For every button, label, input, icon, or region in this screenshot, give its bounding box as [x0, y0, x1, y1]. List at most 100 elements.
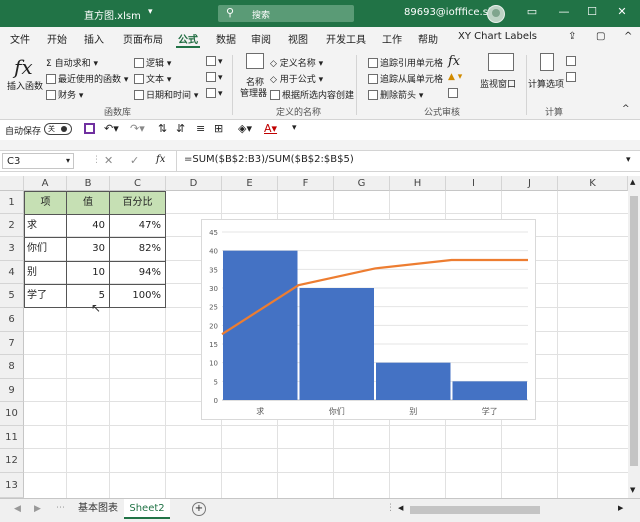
- more-functions-button[interactable]: ▾: [206, 88, 223, 99]
- trace-precedents-button[interactable]: 追踪引用单元格: [368, 56, 443, 69]
- autosave-toggle[interactable]: 关: [44, 123, 72, 135]
- search-box[interactable]: ⚲ 搜索: [218, 5, 354, 22]
- row-header-9[interactable]: 9: [0, 379, 24, 402]
- row-header-12[interactable]: 12: [0, 449, 24, 473]
- text-button[interactable]: 文本 ▾: [134, 72, 171, 85]
- cell-a1[interactable]: 项: [25, 192, 66, 214]
- column-header-a[interactable]: A: [24, 176, 67, 191]
- row-header-6[interactable]: 6: [0, 308, 24, 332]
- autosum-button[interactable]: Σ 自动求和 ▾: [46, 56, 98, 69]
- comment-icon[interactable]: ▢: [596, 31, 605, 42]
- align-icon[interactable]: ≡: [196, 122, 205, 135]
- calculator-icon[interactable]: [540, 53, 554, 71]
- create-from-selection-button[interactable]: 根据所选内容创建: [270, 88, 354, 101]
- scroll-up-icon[interactable]: ▲: [630, 178, 635, 186]
- row-header-4[interactable]: 4: [0, 261, 24, 284]
- close-button[interactable]: ✕: [612, 5, 632, 21]
- sheet-tab-basic[interactable]: 基本图表: [72, 499, 124, 519]
- evaluate-formula-icon[interactable]: [448, 88, 460, 99]
- tab-developer[interactable]: 开发工具: [326, 31, 366, 46]
- hscroll-right-icon[interactable]: ▶: [618, 504, 623, 512]
- tab-page-layout[interactable]: 页面布局: [123, 31, 163, 46]
- watch-window-button[interactable]: 监视窗口: [480, 77, 516, 90]
- tab-home[interactable]: 开始: [47, 31, 67, 46]
- row-header-13[interactable]: 13: [0, 473, 24, 498]
- watch-window-icon[interactable]: [488, 53, 514, 71]
- calc-now-icon[interactable]: [566, 56, 578, 67]
- error-check-icon[interactable]: ▲ ▾: [448, 72, 462, 82]
- row-header-5[interactable]: 5: [0, 284, 24, 308]
- select-all-corner[interactable]: [0, 176, 24, 191]
- datetime-button[interactable]: 日期和时间 ▾: [134, 88, 198, 101]
- sheet-tab-sheet2[interactable]: Sheet2: [124, 499, 170, 519]
- cell-b2[interactable]: 40: [67, 215, 109, 237]
- tab-file[interactable]: 文件: [10, 31, 30, 46]
- cell-b5[interactable]: 5: [67, 285, 109, 307]
- tab-split-icon[interactable]: ⋮: [386, 503, 395, 513]
- recent-functions-button[interactable]: 最近使用的函数 ▾: [46, 72, 128, 85]
- cancel-formula-button[interactable]: ✕: [104, 154, 113, 167]
- column-header-b[interactable]: B: [67, 176, 110, 191]
- show-formulas-icon[interactable]: fx: [448, 54, 460, 69]
- tab-xy-chart-labels[interactable]: XY Chart Labels: [458, 31, 537, 42]
- name-manager-icon[interactable]: [246, 53, 264, 69]
- row-header-3[interactable]: 3: [0, 237, 24, 261]
- insert-function-icon[interactable]: fx: [14, 55, 33, 79]
- collapse-ribbon-icon[interactable]: ^: [624, 31, 632, 42]
- cell-c4[interactable]: 94%: [110, 262, 165, 284]
- cell-c3[interactable]: 82%: [110, 238, 165, 260]
- define-name-button[interactable]: ◇ 定义名称 ▾: [270, 56, 323, 69]
- formula-input[interactable]: =SUM($B$2:B3)/SUM($B$2:$B$5): [184, 154, 354, 165]
- tab-review[interactable]: 审阅: [251, 31, 271, 46]
- row-header-8[interactable]: 8: [0, 355, 24, 379]
- column-header-h[interactable]: H: [390, 176, 446, 191]
- cell-a3[interactable]: 你们: [27, 238, 47, 260]
- font-color-icon[interactable]: A▾: [264, 122, 277, 135]
- tab-view[interactable]: 视图: [288, 31, 308, 46]
- tab-data[interactable]: 数据: [216, 31, 236, 46]
- name-box[interactable]: C3 ▾: [2, 153, 74, 169]
- column-header-c[interactable]: C: [110, 176, 166, 191]
- tab-insert[interactable]: 插入: [84, 31, 104, 46]
- save-icon[interactable]: [84, 123, 95, 134]
- trace-dependents-button[interactable]: 追踪从属单元格: [368, 72, 443, 85]
- logical-button[interactable]: 逻辑 ▾: [134, 56, 171, 69]
- row-header-2[interactable]: 2: [0, 214, 24, 237]
- row-header-1[interactable]: 1: [0, 191, 24, 214]
- customize-qat-icon[interactable]: ▾: [292, 123, 297, 133]
- prev-sheet-icon[interactable]: ◀: [14, 504, 21, 514]
- cell-c1[interactable]: 百分比: [110, 192, 165, 214]
- cell-a5[interactable]: 学了: [27, 285, 47, 307]
- fill-color-icon[interactable]: ◈▾: [238, 122, 252, 135]
- ribbon-collapse-icon[interactable]: ^: [622, 104, 630, 114]
- file-dropdown-icon[interactable]: ▾: [148, 7, 153, 17]
- tab-formulas[interactable]: 公式: [178, 31, 198, 46]
- cell-b3[interactable]: 30: [67, 238, 109, 260]
- row-header-11[interactable]: 11: [0, 426, 24, 449]
- cell-b1[interactable]: 值: [67, 192, 109, 214]
- tab-work[interactable]: 工作: [382, 31, 402, 46]
- lookup-button[interactable]: ▾: [206, 56, 223, 67]
- share-icon[interactable]: ⇪: [568, 31, 576, 42]
- math-button[interactable]: ▾: [206, 72, 223, 83]
- calc-sheet-icon[interactable]: [566, 72, 578, 83]
- cell-a2[interactable]: 求: [27, 215, 37, 237]
- calc-options-button[interactable]: 计算选项: [528, 77, 564, 90]
- use-in-formula-button[interactable]: ◇ 用于公式 ▾: [270, 72, 323, 85]
- column-header-g[interactable]: G: [334, 176, 390, 191]
- next-sheet-icon[interactable]: ▶: [34, 504, 41, 514]
- row-header-10[interactable]: 10: [0, 402, 24, 426]
- vertical-scrollbar[interactable]: ▲ ▼: [628, 176, 640, 498]
- avatar[interactable]: [487, 5, 505, 23]
- horizontal-scrollbar-thumb[interactable]: [410, 506, 540, 514]
- sheet-menu-icon[interactable]: ⋯: [56, 503, 65, 513]
- sort-desc-icon[interactable]: ⇵: [176, 122, 185, 135]
- ribbon-display-icon[interactable]: ▭: [522, 5, 542, 21]
- cell-c5[interactable]: 100%: [110, 285, 165, 307]
- row-header-7[interactable]: 7: [0, 332, 24, 355]
- column-header-f[interactable]: F: [278, 176, 334, 191]
- hscroll-left-icon[interactable]: ◀: [398, 504, 403, 512]
- remove-arrows-button[interactable]: 删除箭头 ▾: [368, 88, 423, 101]
- scrollbar-thumb[interactable]: [630, 196, 638, 466]
- column-header-e[interactable]: E: [222, 176, 278, 191]
